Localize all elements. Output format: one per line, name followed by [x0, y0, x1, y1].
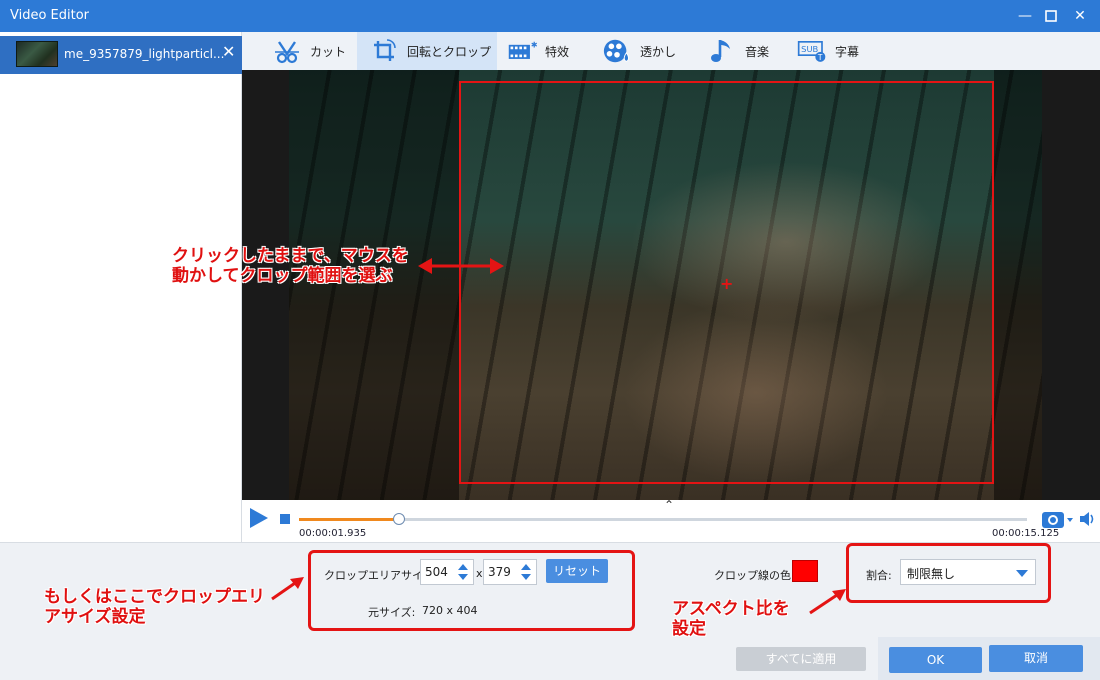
subtitle-badge-text: SUB — [801, 44, 818, 54]
crop-line-color-label: クロップ線の色: — [714, 569, 795, 582]
tab-cut[interactable]: カット — [272, 32, 362, 70]
editor-toolbar: カット 回転とクロップ ✱ 特效 透かし 音楽 SUB T 字幕 — [242, 32, 1100, 70]
tab-label: 回転とクロップ — [407, 44, 492, 59]
svg-text:✱: ✱ — [531, 40, 537, 49]
tab-label: 特效 — [545, 44, 570, 59]
ok-button[interactable]: OK — [889, 647, 982, 673]
tab-music[interactable]: 音楽 — [707, 32, 787, 70]
camera-icon[interactable] — [1040, 508, 1074, 534]
annotation-area-hint: もしくはここでクロップエリ アサイズ設定 — [44, 587, 265, 627]
volume-icon[interactable] — [1078, 510, 1098, 532]
crop-width-input[interactable]: 504 — [420, 559, 474, 585]
tab-label: 音楽 — [745, 44, 770, 59]
maximize-icon[interactable] — [1036, 0, 1066, 32]
size-separator: x — [476, 567, 483, 580]
tab-rotate-crop[interactable]: 回転とクロップ — [357, 32, 497, 70]
crop-height-value: 379 — [488, 565, 511, 579]
crop-icon — [369, 38, 399, 64]
expand-icon[interactable]: ⌃ — [664, 498, 674, 512]
tab-watermark[interactable]: 透かし — [602, 32, 692, 70]
title-bar: Video Editor — ✕ — [0, 0, 1100, 32]
playback-bar: ⌃ 00:00:01.935 00:00:15.125 — [242, 498, 1100, 542]
watermark-icon — [602, 38, 632, 64]
crop-width-value: 504 — [425, 565, 448, 579]
play-icon[interactable] — [250, 508, 268, 528]
reset-button[interactable]: リセット — [546, 559, 608, 583]
crop-height-input[interactable]: 379 — [483, 559, 537, 585]
apply-all-button[interactable]: すべてに適用 — [736, 647, 866, 671]
ratio-label: 割合: — [866, 569, 892, 582]
original-size-label: 元サイズ: — [368, 606, 416, 619]
timeline-handle[interactable] — [392, 513, 405, 525]
window-title: Video Editor — [10, 8, 90, 23]
music-icon — [707, 38, 737, 64]
video-preview[interactable]: + クリックしたままで、マウスを 動かしてクロップ範囲を選ぶ — [172, 70, 1100, 500]
ratio-value: 制限無し — [907, 567, 956, 581]
effects-icon: ✱ — [507, 38, 537, 64]
arrow-icon — [809, 589, 846, 615]
spinner-icon[interactable] — [520, 562, 532, 582]
tab-label: 透かし — [640, 44, 677, 59]
cut-icon — [272, 38, 302, 64]
tab-label: 字幕 — [835, 44, 860, 59]
close-icon[interactable]: ✕ — [1065, 0, 1095, 32]
current-time: 00:00:01.935 — [299, 528, 367, 539]
subtitle-icon: SUB T — [797, 38, 827, 64]
crop-settings-panel: クロップエリアサイズ: 504 x 379 リセット 元サイズ: 720 x 4… — [0, 542, 1100, 680]
tab-subtitle[interactable]: SUB T 字幕 — [797, 32, 887, 70]
svg-text:T: T — [817, 53, 823, 62]
timeline-slider[interactable] — [299, 513, 1027, 525]
chevron-down-icon — [1016, 570, 1028, 577]
spinner-icon[interactable] — [457, 562, 469, 582]
file-tab[interactable]: me_9357879_lightparticl... ✕ — [0, 36, 242, 74]
annotation-drag-hint: クリックしたままで、マウスを 動かしてクロップ範囲を選ぶ — [172, 246, 409, 286]
ratio-dropdown[interactable]: 制限無し — [900, 559, 1036, 585]
stop-icon[interactable] — [280, 514, 290, 524]
double-arrow-icon — [418, 258, 504, 274]
arrow-icon — [271, 577, 304, 601]
original-size-value: 720 x 404 — [422, 604, 478, 617]
file-name: me_9357879_lightparticl... — [64, 47, 225, 61]
annotation-ratio-hint: アスペクト比を 設定 — [672, 599, 790, 639]
crop-outside-mask — [994, 70, 1042, 500]
file-thumbnail — [16, 41, 58, 67]
crop-center-marker: + — [720, 274, 734, 293]
file-close-icon[interactable]: ✕ — [222, 42, 235, 61]
tab-label: カット — [310, 44, 347, 59]
timeline-progress — [299, 518, 399, 521]
tab-effects[interactable]: ✱ 特效 — [507, 32, 587, 70]
crop-line-color-swatch[interactable] — [792, 560, 818, 582]
cancel-button[interactable]: 取消 — [989, 645, 1083, 672]
